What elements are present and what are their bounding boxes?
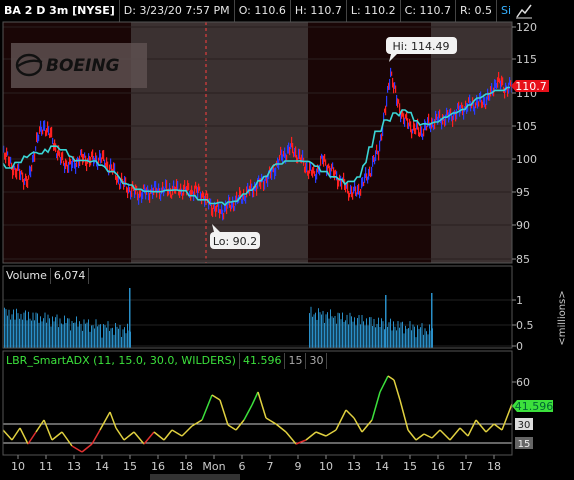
horizontal-scrollbar[interactable]: [150, 474, 240, 480]
time-tick-label: 10: [11, 460, 25, 473]
boeing-logo: BOEING: [11, 43, 147, 88]
volume-title[interactable]: Volume: [3, 268, 51, 284]
time-tick-label: 17: [459, 460, 473, 473]
adx-value-badge: 41.596: [512, 400, 553, 413]
price-tick-label: 120: [516, 21, 537, 34]
time-tick-label: 14: [375, 460, 389, 473]
volume-value: 6,074: [51, 268, 90, 284]
volume-unit-label: <millions>: [557, 290, 568, 345]
last-price-text: 110.7: [515, 80, 547, 93]
volume-tick-label: 1: [516, 294, 523, 307]
adx-30-badge-text: 30: [518, 420, 531, 431]
time-tick-label: 11: [39, 460, 53, 473]
time-tick-label: 9: [295, 460, 302, 473]
low-label: Lo: 90.2: [213, 235, 257, 248]
time-tick-label: Mon: [202, 460, 225, 473]
time-tick-label: 16: [151, 460, 165, 473]
time-tick-label: 10: [319, 460, 333, 473]
price-axis[interactable]: 120115110105100959085: [512, 21, 537, 266]
adx-title-bar: LBR_SmartADX (11, 15.0, 30.0, WILDERS) 4…: [3, 353, 328, 369]
adx-axis: 60: [512, 376, 530, 389]
price-tick-label: 105: [516, 120, 537, 133]
adx-value-badge-text: 41.596: [515, 400, 554, 413]
volume-tick-label: 0: [516, 340, 523, 353]
time-tick-label: 13: [347, 460, 361, 473]
adx-30-badge: 30: [515, 418, 533, 431]
adx-title[interactable]: LBR_SmartADX (11, 15.0, 30.0, WILDERS): [3, 353, 240, 369]
adx-value: 41.596: [240, 353, 286, 369]
price-tick-label: 100: [516, 153, 537, 166]
time-tick-label: 16: [431, 460, 445, 473]
last-price-badge: 110.7: [511, 80, 549, 93]
time-tick-label: 14: [95, 460, 109, 473]
price-tick-label: 85: [516, 253, 530, 266]
time-axis[interactable]: 10 11 13 14 15 16 18 Mon 6 7 9 10 13 14 15 16 17 18: [11, 455, 501, 473]
volume-axis: 10.50: [512, 294, 534, 353]
time-tick-label: 18: [179, 460, 193, 473]
time-tick-label: 7: [267, 460, 274, 473]
time-tick-label: 15: [123, 460, 137, 473]
time-tick-label: 13: [67, 460, 81, 473]
price-tick-label: 95: [516, 186, 530, 199]
adx-15-badge-text: 15: [518, 439, 531, 450]
time-tick-label: 18: [487, 460, 501, 473]
high-label: Hi: 114.49: [392, 40, 449, 53]
volume-title-bar: Volume 6,074: [3, 268, 90, 284]
adx-level-30: 30: [306, 353, 328, 369]
price-tick-label: 115: [516, 53, 537, 66]
price-tick-label: 90: [516, 219, 530, 232]
adx-15-badge: 15: [515, 437, 533, 450]
adx-tick-label: 60: [516, 376, 530, 389]
time-tick-label: 6: [239, 460, 246, 473]
volume-tick-label: 0.5: [516, 319, 534, 332]
adx-level-15: 15: [285, 353, 307, 369]
time-tick-label: 15: [403, 460, 417, 473]
logo-text: BOEING: [46, 56, 120, 76]
chart-canvas[interactable]: BOEING Hi: 114.49 Lo: 90.2 1201151101051…: [0, 0, 574, 480]
